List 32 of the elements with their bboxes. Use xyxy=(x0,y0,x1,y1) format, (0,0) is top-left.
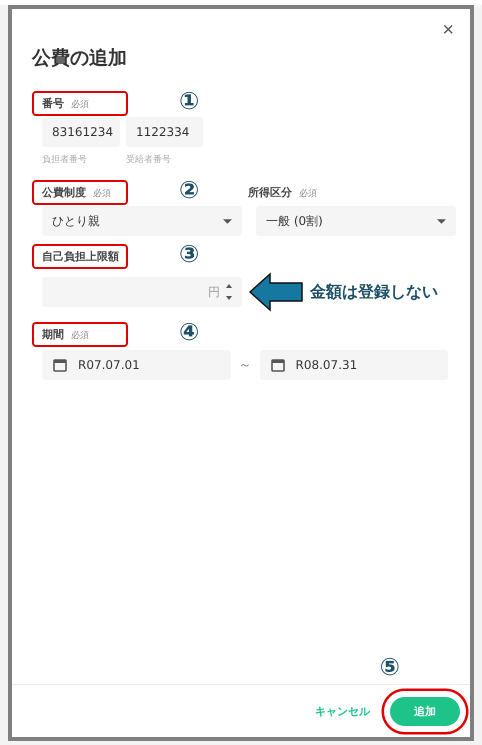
field-label: 自己負担上限額 xyxy=(42,248,119,264)
step-number: ⑤ xyxy=(380,655,400,679)
dialog-title: 公費の追加 xyxy=(32,46,128,71)
input-field[interactable]: 83161234 xyxy=(42,117,120,147)
calendar-icon xyxy=(52,357,68,373)
callout-text: 金額は登録しない xyxy=(310,282,438,302)
required-tag: 必須 xyxy=(71,328,89,342)
required-tag: 必須 xyxy=(71,98,89,110)
dropdown-caret-icon xyxy=(437,218,446,224)
spinner-icon[interactable] xyxy=(226,283,232,301)
dropdown-caret-icon xyxy=(223,218,232,224)
step-number: ② xyxy=(179,178,200,202)
input-field[interactable]: 1122334 xyxy=(126,117,203,147)
field-label: 番号 xyxy=(42,96,64,110)
dropdown[interactable]: ひとり親 xyxy=(42,206,242,236)
field-caption: 負担者番号 xyxy=(42,154,88,166)
range-separator: ～ xyxy=(238,357,252,374)
step-number: ① xyxy=(179,89,200,113)
date-field[interactable]: R07.07.01 xyxy=(42,350,230,380)
left-arrow-icon xyxy=(248,272,304,312)
date-field[interactable]: R08.07.31 xyxy=(260,350,448,380)
field-label: 所得区分 xyxy=(248,184,292,200)
field-label: 期間 xyxy=(42,326,64,342)
field-caption: 受給者番号 xyxy=(126,154,172,166)
field-label: 公費制度 xyxy=(42,184,86,200)
required-tag: 必須 xyxy=(299,186,317,200)
close-button[interactable]: × xyxy=(438,19,458,42)
step-number: ③ xyxy=(179,242,200,266)
dropdown[interactable]: 一般 (0割) xyxy=(256,206,456,236)
step-number: ④ xyxy=(179,320,200,344)
required-tag: 必須 xyxy=(93,186,111,200)
calendar-icon xyxy=(270,357,286,373)
